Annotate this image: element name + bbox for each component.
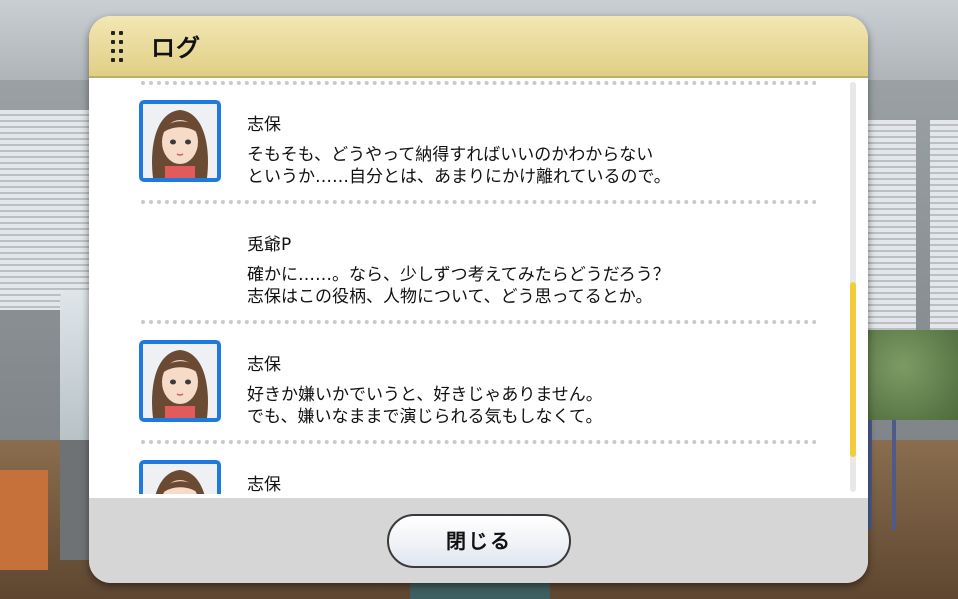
shiho-avatar-icon bbox=[139, 340, 221, 422]
close-button[interactable]: 閉じる bbox=[387, 514, 571, 568]
dialog-header: ログ bbox=[89, 16, 868, 76]
log-divider bbox=[141, 200, 817, 204]
shiho-avatar-icon bbox=[139, 460, 221, 494]
speaker-name: 志保 bbox=[247, 475, 281, 494]
dialog-footer: 閉じる bbox=[89, 498, 868, 583]
scrollbar-thumb[interactable] bbox=[850, 282, 856, 457]
log-divider bbox=[141, 81, 817, 85]
log-scrollbar[interactable] bbox=[850, 82, 856, 492]
grip-icon bbox=[111, 31, 127, 63]
dialogue-line: というか……自分とは、あまりにかけ離れているので。 bbox=[247, 167, 671, 187]
chair bbox=[868, 420, 896, 530]
dialogue-line: でも、嫌いなままで演じられる気もしなくて。 bbox=[247, 407, 603, 427]
dialog-title: ログ bbox=[151, 34, 201, 62]
log-dialog: ログ 志保 そもそも、どうやって納得すればいいのかわからない というか……自分と… bbox=[89, 16, 868, 583]
shiho-avatar-icon bbox=[139, 100, 221, 182]
log-divider bbox=[141, 440, 817, 444]
window-blind bbox=[866, 120, 916, 350]
dialogue-line: 志保はこの役柄、人物について、どう思ってるとか。 bbox=[247, 287, 653, 307]
window-blind bbox=[930, 120, 958, 350]
log-divider bbox=[141, 320, 817, 324]
log-scroll-area[interactable]: 志保 そもそも、どうやって納得すればいいのかわからない というか……自分とは、あ… bbox=[89, 78, 868, 494]
window-blind bbox=[0, 110, 90, 310]
trash-bin bbox=[0, 470, 48, 570]
speaker-name: 兎爺P bbox=[247, 235, 292, 255]
speaker-name: 志保 bbox=[247, 355, 281, 375]
tree-outside-window bbox=[866, 330, 958, 420]
speaker-name: 志保 bbox=[247, 115, 281, 135]
